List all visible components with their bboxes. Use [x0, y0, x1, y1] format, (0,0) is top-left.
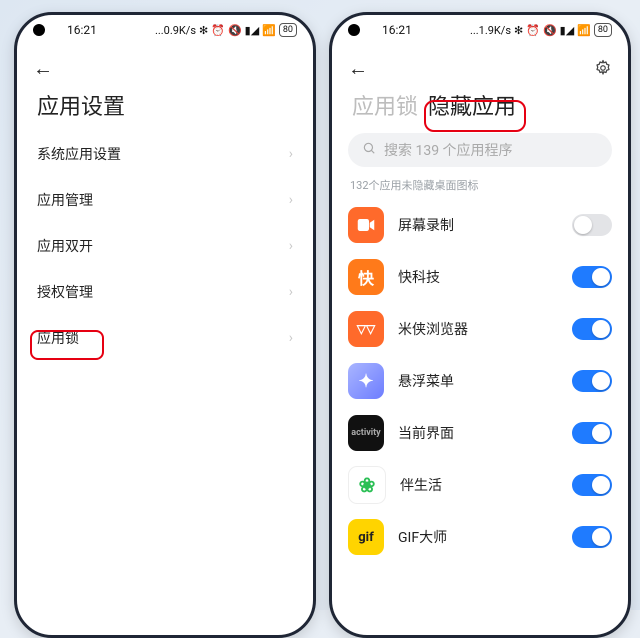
app-row: 屏幕录制 — [348, 199, 612, 251]
page-title: 应用设置 — [17, 85, 313, 131]
signal-icon: ▮◢ — [245, 25, 260, 36]
status-icons: ...0.9K/s ✻ ⏰ 🔇 ▮◢ 📶 80 — [155, 23, 297, 37]
camera-dot — [33, 24, 45, 36]
app-name: 屏幕录制 — [398, 215, 558, 235]
status-icons: ...1.9K/s ✻ ⏰ 🔇 ▮◢ 📶 80 — [470, 23, 612, 37]
back-button[interactable]: ← — [348, 58, 368, 78]
chevron-right-icon: › — [289, 284, 293, 300]
tab-hidden-apps[interactable]: 隐藏应用 — [428, 89, 516, 121]
signal-icon: ▮◢ — [560, 25, 575, 36]
wifi-icon: 📶 — [577, 25, 591, 36]
app-name: 悬浮菜单 — [398, 371, 558, 391]
app-icon-gif: gif — [348, 519, 384, 555]
app-icon-mixia: ▽▽ — [348, 311, 384, 347]
row-dual-apps[interactable]: 应用双开 › — [37, 223, 293, 269]
phone-right: 16:21 ...1.9K/s ✻ ⏰ 🔇 ▮◢ 📶 80 ← 应用锁 隐藏应用 — [329, 12, 631, 638]
app-icon-banshenghuo: ❀ — [348, 466, 386, 504]
app-name: 伴生活 — [400, 475, 558, 495]
tab-app-lock[interactable]: 应用锁 — [352, 89, 418, 121]
app-icon-current: activity — [348, 415, 384, 451]
toggle[interactable] — [572, 318, 612, 340]
header: ← — [17, 45, 313, 85]
camera-dot — [348, 24, 360, 36]
mute-icon: 🔇 — [228, 25, 242, 36]
toggle[interactable] — [572, 370, 612, 392]
settings-list: 系统应用设置 › 应用管理 › 应用双开 › 授权管理 › 应用锁 › — [17, 131, 313, 361]
chevron-right-icon: › — [289, 146, 293, 162]
app-icon-floatmenu: ✦ — [348, 363, 384, 399]
bluetooth-icon: ✻ — [199, 25, 208, 36]
toggle[interactable] — [572, 474, 612, 496]
app-name: 快科技 — [398, 267, 558, 287]
row-label: 授权管理 — [37, 282, 93, 302]
tab-bar: 应用锁 隐藏应用 — [332, 85, 628, 131]
bluetooth-icon: ✻ — [514, 25, 523, 36]
chevron-right-icon: › — [289, 192, 293, 208]
net-speed: ...0.9K/s — [155, 25, 196, 36]
app-name: 当前界面 — [398, 423, 558, 443]
row-permissions[interactable]: 授权管理 › — [37, 269, 293, 315]
app-row: ✦ 悬浮菜单 — [348, 355, 612, 407]
app-row: gif GIF大师 — [348, 511, 612, 563]
row-app-management[interactable]: 应用管理 › — [37, 177, 293, 223]
header: ← — [332, 45, 628, 85]
alarm-icon: ⏰ — [526, 25, 540, 36]
app-row: ▽▽ 米侠浏览器 — [348, 303, 612, 355]
list-hint: 132个应用未隐藏桌面图标 — [332, 175, 628, 199]
search-placeholder: 搜索 139 个应用程序 — [384, 140, 513, 160]
app-icon-screen-record — [348, 207, 384, 243]
app-name: GIF大师 — [398, 527, 558, 547]
app-name: 米侠浏览器 — [398, 319, 558, 339]
chevron-right-icon: › — [289, 238, 293, 254]
row-label: 系统应用设置 — [37, 144, 121, 164]
toggle[interactable] — [572, 422, 612, 444]
app-row: activity 当前界面 — [348, 407, 612, 459]
toggle[interactable] — [572, 266, 612, 288]
search-icon — [362, 141, 376, 159]
battery-icon: 80 — [594, 23, 612, 37]
app-row: ❀ 伴生活 — [348, 459, 612, 511]
phone-left: 16:21 ...0.9K/s ✻ ⏰ 🔇 ▮◢ 📶 80 ← 应用设置 系统应… — [14, 12, 316, 638]
settings-button[interactable] — [594, 59, 612, 77]
row-label: 应用双开 — [37, 236, 93, 256]
row-system-app-settings[interactable]: 系统应用设置 › — [37, 131, 293, 177]
search-input[interactable]: 搜索 139 个应用程序 — [348, 133, 612, 167]
net-speed: ...1.9K/s — [470, 25, 511, 36]
app-list: 屏幕录制 快 快科技 ▽▽ 米侠浏览器 ✦ 悬浮菜单 activity 当前界面 — [332, 199, 628, 563]
wifi-icon: 📶 — [262, 25, 276, 36]
status-bar: 16:21 ...1.9K/s ✻ ⏰ 🔇 ▮◢ 📶 80 — [332, 15, 628, 45]
mute-icon: 🔇 — [543, 25, 557, 36]
row-label: 应用锁 — [37, 328, 79, 348]
back-button[interactable]: ← — [33, 58, 53, 78]
chevron-right-icon: › — [289, 330, 293, 346]
status-bar: 16:21 ...0.9K/s ✻ ⏰ 🔇 ▮◢ 📶 80 — [17, 15, 313, 45]
status-time: 16:21 — [382, 23, 412, 37]
toggle[interactable] — [572, 214, 612, 236]
status-time: 16:21 — [67, 23, 97, 37]
toggle[interactable] — [572, 526, 612, 548]
row-label: 应用管理 — [37, 190, 93, 210]
app-row: 快 快科技 — [348, 251, 612, 303]
alarm-icon: ⏰ — [211, 25, 225, 36]
battery-icon: 80 — [279, 23, 297, 37]
app-icon-kuaikeji: 快 — [348, 259, 384, 295]
row-app-lock[interactable]: 应用锁 › — [37, 315, 293, 361]
